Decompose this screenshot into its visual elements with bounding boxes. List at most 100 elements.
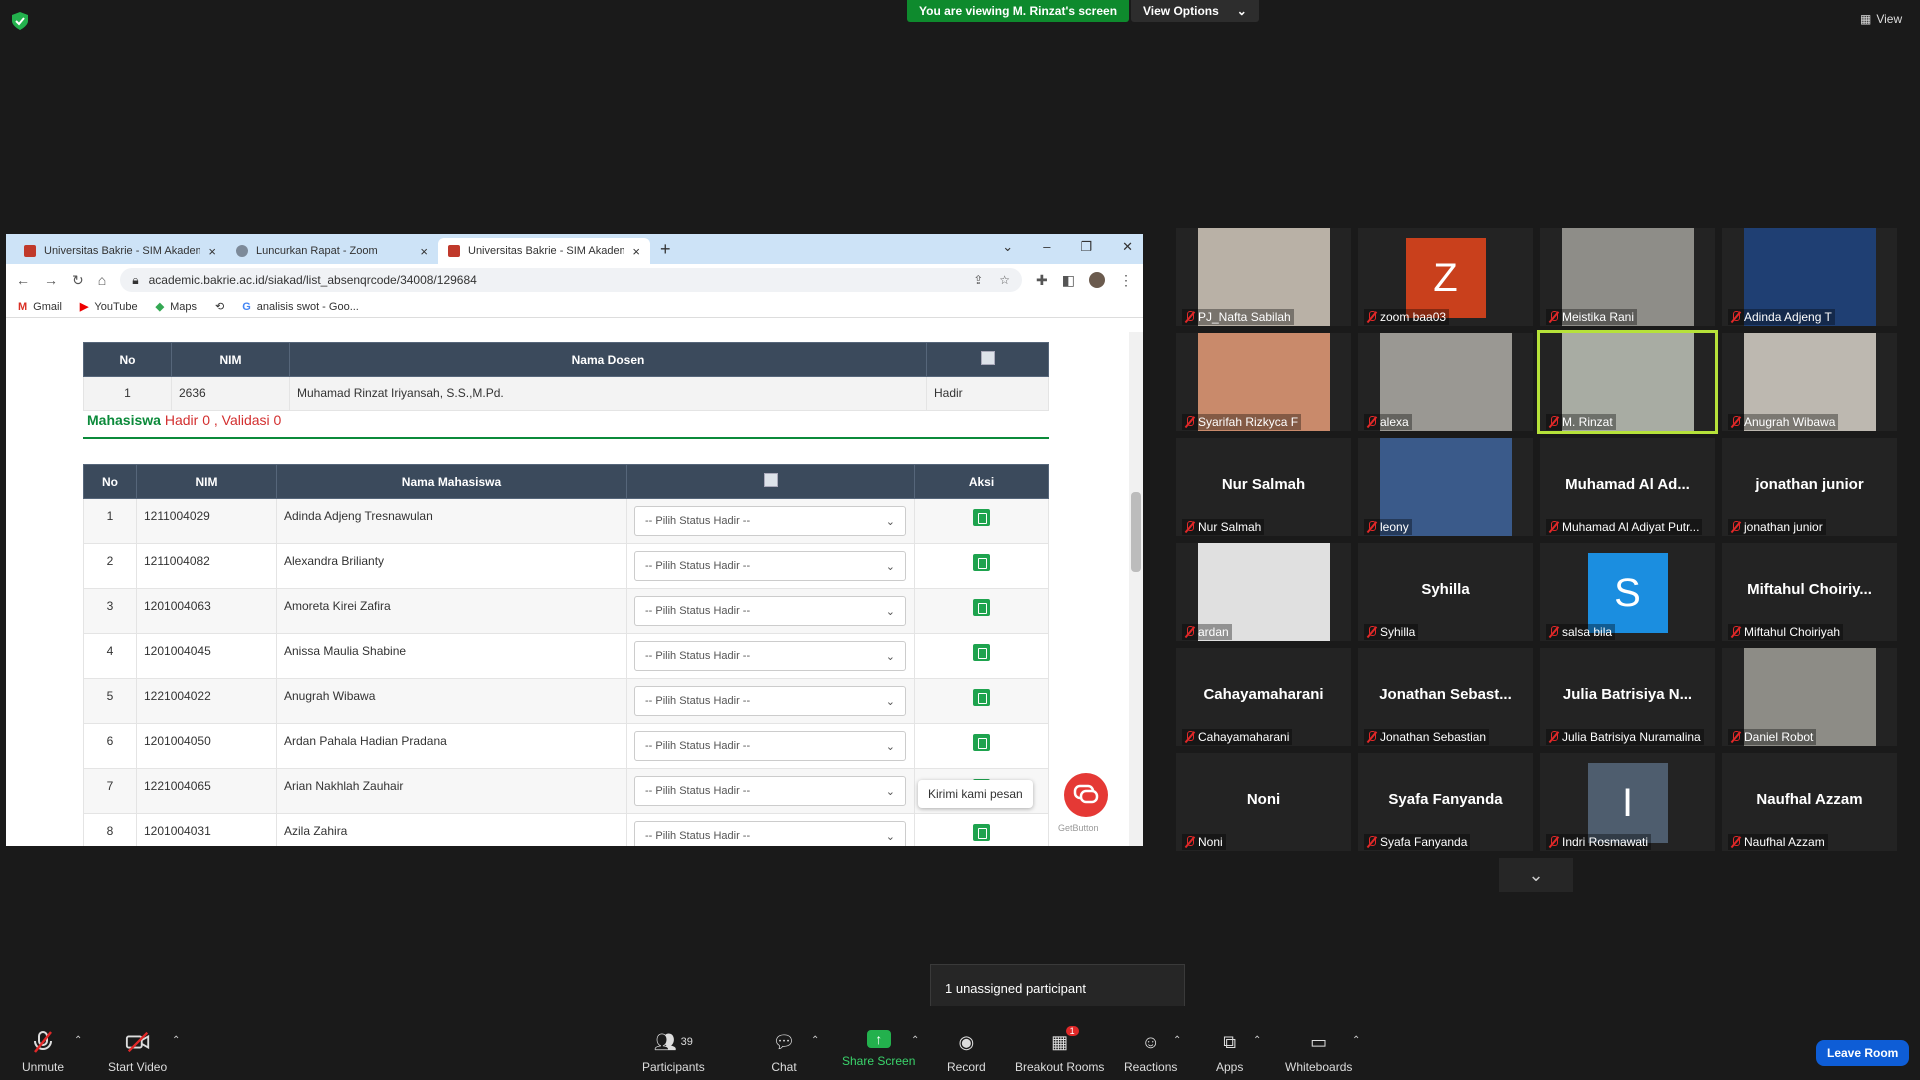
participant-tile[interactable]: Muhamad Al Ad... Muhamad Al Adiyat Putr..… xyxy=(1540,438,1715,536)
status-hadir-select[interactable]: -- Pilih Status Hadir -- ⌄ xyxy=(634,596,906,626)
close-window-icon[interactable]: ✕ xyxy=(1122,239,1133,255)
status-hadir-select[interactable]: -- Pilih Status Hadir -- ⌄ xyxy=(634,731,906,761)
participant-tile[interactable]: ardan xyxy=(1176,543,1351,641)
participant-tile[interactable]: PJ_Nafta Sabilah xyxy=(1176,228,1351,326)
save-icon[interactable] xyxy=(973,734,990,751)
participant-name: salsa bila xyxy=(1562,625,1613,639)
close-tab-icon[interactable]: × xyxy=(208,244,216,259)
extensions-icon[interactable]: ✚ xyxy=(1036,272,1048,289)
whiteboards-button[interactable]: ▭ Whiteboards xyxy=(1285,1030,1352,1075)
home-icon[interactable]: ⌂ xyxy=(98,272,106,288)
bookmark-gmail[interactable]: M Gmail xyxy=(18,301,62,313)
participant-tile[interactable]: Ssalsa bila xyxy=(1540,543,1715,641)
participant-tile[interactable]: Julia Batrisiya N... Julia Batrisiya Nura… xyxy=(1540,648,1715,746)
participant-tile[interactable]: jonathan junior jonathan junior xyxy=(1722,438,1897,536)
breakout-rooms-button[interactable]: ▦ 1 Breakout Rooms xyxy=(1015,1026,1104,1074)
participant-tile[interactable]: Anugrah Wibawa xyxy=(1722,333,1897,431)
status-hadir-select[interactable]: -- Pilih Status Hadir -- ⌄ xyxy=(634,686,906,716)
save-icon[interactable] xyxy=(973,554,990,571)
side-panel-icon[interactable]: ◧ xyxy=(1062,272,1075,289)
participant-tile[interactable]: Miftahul Choiriy... Miftahul Choiriyah xyxy=(1722,543,1897,641)
gallery-next-page-button[interactable]: ⌄ xyxy=(1499,858,1573,892)
new-tab-icon[interactable]: + xyxy=(660,239,671,260)
status-hadir-select[interactable]: -- Pilih Status Hadir -- ⌄ xyxy=(634,821,906,846)
audio-options-caret-icon[interactable]: ⌃ xyxy=(74,1035,82,1046)
chat-button[interactable]: 💬︎ Chat xyxy=(771,1030,797,1075)
participant-tile[interactable]: leony xyxy=(1358,438,1533,536)
share-icon[interactable]: ⇪ xyxy=(973,273,983,287)
participant-tile[interactable]: M. Rinzat xyxy=(1537,330,1718,434)
browser-tab-active[interactable]: Universitas Bakrie - SIM Akadem × xyxy=(438,238,650,264)
view-options-button[interactable]: View Options ⌄ xyxy=(1131,0,1259,22)
participants-button[interactable]: 👥︎ 39 Participants xyxy=(642,1030,705,1075)
participant-tile[interactable]: Syhilla Syhilla xyxy=(1358,543,1533,641)
bookmark-youtube[interactable]: ▶ YouTube xyxy=(80,300,138,313)
status-hadir-select[interactable]: -- Pilih Status Hadir -- ⌄ xyxy=(634,641,906,671)
participant-tile[interactable]: Syarifah Rizkyca F xyxy=(1176,333,1351,431)
participant-tile[interactable]: Nur Salmah Nur Salmah xyxy=(1176,438,1351,536)
participant-tile[interactable]: I Indri Rosmawati xyxy=(1540,753,1715,851)
security-shield-icon[interactable] xyxy=(12,12,28,30)
menu-kebab-icon[interactable]: ⋮ xyxy=(1119,272,1133,289)
address-bar[interactable]: 🔒︎ academic.bakrie.ac.id/siakad/list_abs… xyxy=(120,268,1023,292)
whiteboards-caret-icon[interactable]: ⌃ xyxy=(1352,1035,1360,1046)
save-icon[interactable] xyxy=(973,644,990,661)
save-icon[interactable] xyxy=(973,824,990,841)
chat-widget-button[interactable] xyxy=(1064,773,1108,817)
participant-tile[interactable]: Zzoom baa03 xyxy=(1358,228,1533,326)
tab-search-icon[interactable]: ⌄ xyxy=(1002,239,1013,255)
forward-icon[interactable]: → xyxy=(44,272,58,288)
select-all-checkbox[interactable] xyxy=(763,473,778,487)
unassigned-participant-notice[interactable]: 1 unassigned participant xyxy=(930,964,1185,1012)
save-icon[interactable] xyxy=(973,689,990,706)
scrollbar-thumb[interactable] xyxy=(1131,492,1141,572)
bookmark-google[interactable]: Ganalisis swot - Goo... xyxy=(242,301,359,313)
participant-tile[interactable]: Meistika Rani xyxy=(1540,228,1715,326)
cell-aksi xyxy=(914,588,1049,634)
apps-button[interactable]: ⧉ Apps xyxy=(1216,1030,1243,1075)
browser-tab[interactable]: Luncurkan Rapat - Zoom × xyxy=(226,238,438,264)
back-icon[interactable]: ← xyxy=(16,272,30,288)
unmute-button[interactable]: Unmute xyxy=(22,1030,64,1074)
close-tab-icon[interactable]: × xyxy=(632,244,640,259)
apps-caret-icon[interactable]: ⌃ xyxy=(1253,1035,1261,1046)
share-options-caret-icon[interactable]: ⌃ xyxy=(911,1035,919,1046)
minimize-icon[interactable]: – xyxy=(1043,239,1050,255)
restore-icon[interactable]: ❐ xyxy=(1080,239,1092,255)
status-hadir-select[interactable]: -- Pilih Status Hadir -- ⌄ xyxy=(634,551,906,581)
page-scrollbar[interactable] xyxy=(1129,332,1143,846)
participant-tile[interactable]: Jonathan Sebast... Jonathan Sebastian xyxy=(1358,648,1533,746)
participant-tile[interactable]: Daniel Robot xyxy=(1722,648,1897,746)
bookmark-star-icon[interactable]: ☆ xyxy=(999,273,1010,287)
leave-room-button[interactable]: Leave Room xyxy=(1816,1040,1910,1066)
history-icon[interactable]: ⟲ xyxy=(215,300,224,313)
tab-title: Luncurkan Rapat - Zoom xyxy=(256,245,378,257)
reload-icon[interactable]: ↻ xyxy=(72,272,84,289)
status-hadir-select[interactable]: -- Pilih Status Hadir -- ⌄ xyxy=(634,506,906,536)
status-hadir-select[interactable]: -- Pilih Status Hadir -- ⌄ xyxy=(634,776,906,806)
view-button[interactable]: ▦ View xyxy=(1860,12,1902,26)
participant-tile[interactable]: alexa xyxy=(1358,333,1533,431)
close-tab-icon[interactable]: × xyxy=(420,244,428,259)
participant-tile[interactable]: Naufhal Azzam Naufhal Azzam xyxy=(1722,753,1897,851)
start-video-button[interactable]: Start Video xyxy=(108,1030,167,1074)
save-icon[interactable] xyxy=(973,599,990,616)
record-button[interactable]: ◉ Record xyxy=(947,1030,986,1075)
reactions-caret-icon[interactable]: ⌃ xyxy=(1173,1035,1181,1046)
participant-tile[interactable]: Adinda Adjeng T xyxy=(1722,228,1897,326)
profile-avatar[interactable] xyxy=(1089,272,1105,288)
address-row: ← → ↻ ⌂ 🔒︎ academic.bakrie.ac.id/siakad/… xyxy=(6,264,1143,296)
bookmark-label: YouTube xyxy=(94,301,138,313)
save-icon[interactable] xyxy=(973,509,990,526)
chat-options-caret-icon[interactable]: ⌃ xyxy=(811,1035,819,1046)
participant-tile[interactable]: Syafa Fanyanda Syafa Fanyanda xyxy=(1358,753,1533,851)
share-screen-button[interactable]: ↑ Share Screen xyxy=(842,1030,915,1068)
participant-tile[interactable]: Cahayamaharani Cahayamaharani xyxy=(1176,648,1351,746)
participant-tile[interactable]: Noni Noni xyxy=(1176,753,1351,851)
browser-tab[interactable]: Universitas Bakrie - SIM Akadem × xyxy=(14,238,226,264)
reactions-button[interactable]: ☺ Reactions xyxy=(1124,1030,1177,1075)
select-all-checkbox[interactable] xyxy=(980,351,995,365)
video-options-caret-icon[interactable]: ⌃ xyxy=(172,1035,180,1046)
bookmark-maps[interactable]: ◆ Maps xyxy=(156,300,197,313)
mic-muted-icon xyxy=(1731,311,1740,323)
